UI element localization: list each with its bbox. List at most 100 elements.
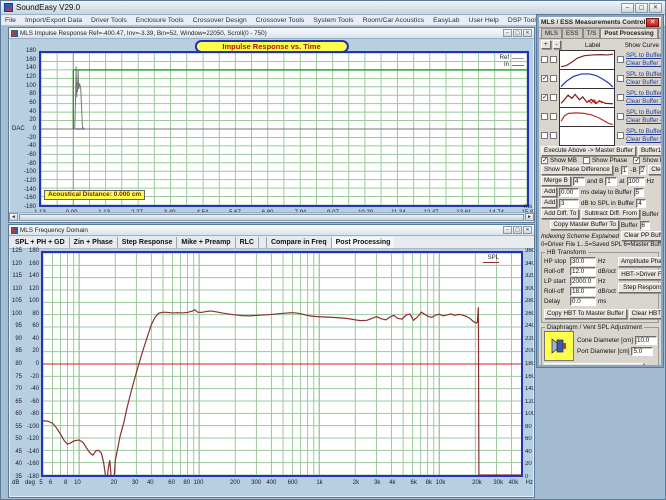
buffer4-aux-checkbox[interactable] [550,113,557,120]
tab-zin-phase[interactable]: Zin + Phase [70,236,118,248]
buffer2-aux-checkbox[interactable] [550,75,557,82]
copy-master-buffer-button[interactable]: Copy Master Buffer To [550,220,619,230]
frequency-restore-button[interactable]: ▢ [513,226,522,234]
impulse-titlebar[interactable]: MLS Impulse Response Ref=-400.47, Inv=-3… [9,28,534,39]
db-buffer-field[interactable]: 4 [636,198,647,208]
buffer3-show-checkbox[interactable] [541,93,548,101]
hscroll-thumb[interactable] [19,213,524,221]
hscroll-right-arrow-icon[interactable]: ► [525,213,534,221]
add-diff-button[interactable]: Add Diff. To [541,209,580,219]
port-diameter-field[interactable]: 5.0 [631,347,654,356]
buffer2-right-checkbox[interactable] [617,75,624,82]
frequency-minimize-button[interactable]: – [503,226,512,234]
frequency-plot[interactable]: SPL [41,251,523,477]
frequency-titlebar[interactable]: MLS Frequency Domain – ▢ ✕ [9,225,534,236]
phase-diff-clear-button[interactable]: Clear [648,165,661,175]
tab-spl-ph-gd[interactable]: SPL + PH + GD [11,236,70,248]
show-phase-difference-button[interactable]: Show Phase Difference [541,165,613,175]
panel-tab-post-processing[interactable]: Post Processing [600,28,658,38]
menu-item-user-help[interactable]: User Help [469,17,499,24]
zoom-in-button[interactable]: + [541,40,551,49]
panel-tab-ess[interactable]: ESS [561,28,583,38]
hbt-driver-file-button[interactable]: HBT->Driver File [617,270,661,280]
diff-buffer-field[interactable]: 5 [660,209,661,219]
show-mb-checkbox[interactable] [541,156,548,164]
check-show-driver[interactable]: Show Driver [633,156,661,164]
close-button[interactable]: ✕ [649,2,662,13]
menu-item-dsp-tools[interactable]: DSP Tools [508,17,540,24]
step-response-button[interactable]: Step Response [617,283,661,293]
clear-hbt-button[interactable]: Clear HBT [628,309,661,319]
menu-item-easylab[interactable]: EasyLab [433,17,459,24]
hbt-lp-start-field[interactable]: 2000.0 [570,277,596,286]
clear-buffer2-link[interactable]: Clear Buffer 2 [626,79,661,87]
panel-close-icon[interactable]: ✕ [646,17,659,27]
db-value-field[interactable]: 3 [559,198,579,208]
tab-compare-in-freq[interactable]: Compare in Freq [265,236,332,248]
panel-tab-t-s[interactable]: T/S [582,28,601,38]
clear-buffer5-link[interactable]: Clear Buffer 5 [626,136,661,144]
menu-item-enclosure-tools[interactable]: Enclosure Tools [136,17,184,24]
buffer1-right-checkbox[interactable] [617,56,624,63]
merge-freq-field[interactable]: 100 [626,176,645,186]
subtract-diff-button[interactable]: Subtract Diff. From [581,209,641,219]
hbt-delay-field[interactable]: 0.0 [570,297,596,306]
buffer3-right-checkbox[interactable] [617,94,624,101]
impulse-plot[interactable]: Ref In Acoustical Distance: 0.000 cm [39,51,529,207]
impulse-minimize-button[interactable]: – [503,29,512,37]
buffer4-right-checkbox[interactable] [617,113,624,120]
clear-buffer1-link[interactable]: Clear Buffer 1 [626,60,661,68]
indexing-scheme-link[interactable]: Indexing Scheme Explained [541,233,619,240]
merge-button[interactable]: Merge B [541,176,571,186]
zoom-out-button[interactable]: - [552,40,561,49]
merge-b1-field[interactable]: 4 [572,176,585,186]
clear-pp-buffers-button[interactable]: Clear PP Buffers [621,231,661,241]
tab-step-response[interactable]: Step Response [118,236,178,248]
impulse-restore-button[interactable]: ▢ [513,29,522,37]
show-driver-checkbox[interactable] [633,156,641,164]
hbt-hp-stop-field[interactable]: 30.0 [570,257,596,266]
hbt-roll-off-field[interactable]: 12.0 [570,267,596,276]
phase-diff-b2-field[interactable]: 2 [638,165,647,175]
impulse-close-button[interactable]: ✕ [523,29,532,37]
frequency-close-button[interactable]: ✕ [523,226,532,234]
tab-post-processing[interactable]: Post Processing [331,236,395,248]
panel-tab-csd[interactable]: CSD [657,28,661,38]
cone-diameter-field[interactable]: 10.0 [635,336,657,345]
phase-diff-b1-field[interactable]: 1 [620,165,629,175]
copy-hbt-button[interactable]: Copy HBT To Master Buffer [544,309,627,319]
hbt-roll-off-field[interactable]: 18.0 [570,287,596,296]
amplitude-phase-button[interactable]: Amplitude Phase [617,257,661,267]
menu-item-crossover-tools[interactable]: Crossover Tools [256,17,305,24]
buffer3-aux-checkbox[interactable] [550,94,557,101]
panel-titlebar[interactable]: MLS / ESS Measurements Control ✕ [539,17,661,28]
main-titlebar[interactable]: SoundEasy V29.0 – ▢ ✕ [1,1,665,15]
clear-buffer3-link[interactable]: Clear Buffer 3 [626,98,661,106]
menu-item-room-car-acoustics[interactable]: Room/Car Acoustics [363,17,425,24]
buffer1-aux-checkbox[interactable] [550,56,557,63]
hscroll-left-arrow-icon[interactable]: ◄ [9,213,18,221]
buffer1-show-checkbox[interactable] [541,56,548,63]
buffer5-aux-checkbox[interactable] [550,132,557,139]
add-delay-button[interactable]: Add [541,187,557,197]
required-port-spl-button[interactable]: Required Port SPL Reduction [dB] = [544,363,645,365]
buffer4-show-checkbox[interactable] [541,113,548,120]
spl-to-buffer2-link[interactable]: SPL to Buffer 2 [626,71,661,79]
menu-item-driver-tools[interactable]: Driver Tools [91,17,127,24]
clear-buffer4-link[interactable]: Clear Buffer 4 [626,117,661,125]
delay-value-field[interactable]: 0.00 [559,187,579,197]
restore-button[interactable]: ▢ [635,2,648,13]
spl-to-buffer5-link[interactable]: SPL to Buffer 5 [626,128,661,136]
menu-item-system-tools[interactable]: System Tools [313,17,353,24]
menu-item-crossover-design[interactable]: Crossover Design [193,17,247,24]
menu-item-import-export-data[interactable]: Import/Export Data [25,17,82,24]
delay-buffer-field[interactable]: 5 [633,187,644,197]
spl-to-buffer4-link[interactable]: SPL to Buffer 4 [626,109,661,117]
add-db-button[interactable]: Add [541,198,557,208]
buffer1-buffer2-button[interactable]: Buffer1-Buffer2 [637,146,661,156]
check-show-phase[interactable]: Show Phase [582,157,627,164]
spl-to-buffer3-link[interactable]: SPL to Buffer 3 [626,90,661,98]
buffer5-show-checkbox[interactable] [541,132,548,139]
menu-item-file[interactable]: File [5,17,16,24]
buffer2-show-checkbox[interactable] [541,74,548,82]
